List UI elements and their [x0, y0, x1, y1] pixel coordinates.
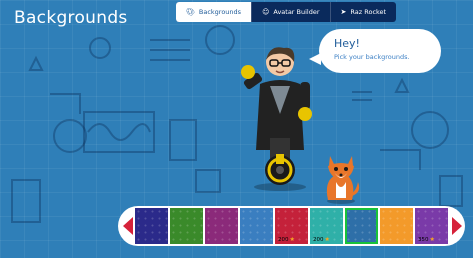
star-icon: ★ — [324, 236, 330, 243]
tab-backgrounds[interactable]: 🎨︎ Backgrounds — [176, 2, 252, 22]
rocket-icon: ➤ — [340, 8, 347, 16]
background-tile[interactable] — [205, 208, 238, 244]
star-icon: ★ — [429, 236, 435, 243]
background-tile[interactable] — [380, 208, 413, 244]
tab-label: Raz Rocket — [350, 8, 387, 16]
fox-pet[interactable] — [322, 152, 360, 204]
background-picker: 200 ★ 200 ★ 350 ★ — [118, 206, 465, 246]
page-title: Backgrounds — [14, 8, 128, 28]
star-icon: ★ — [289, 236, 295, 243]
scroll-right-button[interactable] — [452, 217, 462, 235]
palette-icon: 🎨︎ — [186, 8, 195, 16]
background-tile[interactable] — [170, 208, 203, 244]
price-tag: 350 ★ — [418, 236, 435, 243]
tab-label: Backgrounds — [198, 8, 242, 16]
background-tiles: 200 ★ 200 ★ 350 ★ — [135, 208, 448, 244]
background-tile[interactable]: 350 ★ — [415, 208, 448, 244]
background-tile[interactable]: 200 ★ — [275, 208, 308, 244]
app-stage: Backgrounds 🎨︎ Backgrounds ☺ Avatar Buil… — [0, 0, 473, 258]
top-navigation: 🎨︎ Backgrounds ☺ Avatar Builder ➤ Raz Ro… — [176, 2, 397, 22]
background-tile-selected[interactable] — [345, 208, 378, 244]
speech-message: Pick your backgrounds. — [334, 53, 410, 61]
price-tag: 200 ★ — [278, 236, 295, 243]
price-tag: 200 ★ — [313, 236, 330, 243]
person-icon: ☺ — [262, 8, 270, 16]
tab-label: Avatar Builder — [273, 8, 320, 16]
price-value: 200 — [278, 236, 289, 243]
price-value: 200 — [313, 236, 324, 243]
background-tile[interactable] — [240, 208, 273, 244]
speech-greeting: Hey! — [334, 37, 360, 50]
avatar-character[interactable] — [240, 42, 320, 192]
background-tile[interactable]: 200 ★ — [310, 208, 343, 244]
background-tile[interactable] — [135, 208, 168, 244]
tab-avatar-builder[interactable]: ☺ Avatar Builder — [251, 2, 329, 22]
tab-raz-rocket[interactable]: ➤ Raz Rocket — [329, 2, 397, 22]
speech-bubble: Hey! Pick your backgrounds. — [309, 29, 441, 73]
price-value: 350 — [418, 236, 429, 243]
scroll-left-button[interactable] — [123, 217, 133, 235]
